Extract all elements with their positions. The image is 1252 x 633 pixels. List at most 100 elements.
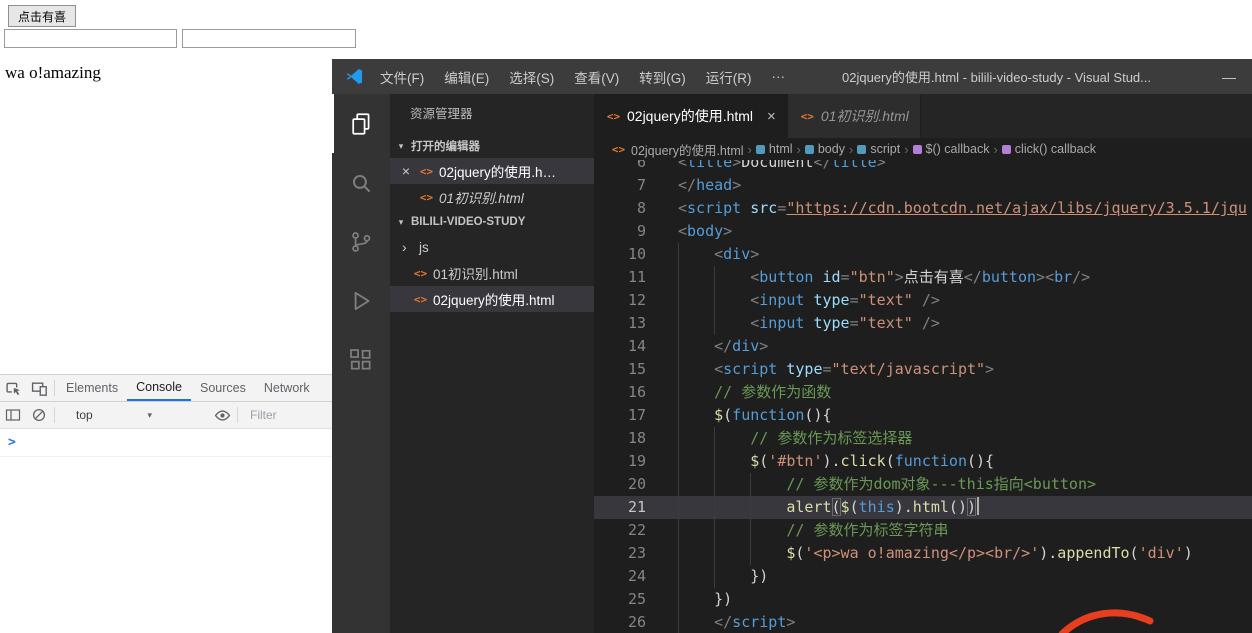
explorer-file[interactable]: <> 01初识别.html: [390, 260, 594, 286]
line-number[interactable]: 8: [594, 197, 646, 220]
code-line[interactable]: 6 <title>Document</title>: [594, 160, 1252, 174]
code-line[interactable]: 21 alert($(this).html()): [594, 496, 1252, 519]
code-line[interactable]: 12 <input type="text" />: [594, 289, 1252, 312]
line-number[interactable]: 22: [594, 519, 646, 542]
code-line[interactable]: 9 <body>: [594, 220, 1252, 243]
line-number[interactable]: 10: [594, 243, 646, 266]
code-text: // 参数作为标签字符串: [678, 519, 1252, 542]
workspace-section-header[interactable]: ▾ BILILI-VIDEO-STUDY: [390, 210, 594, 234]
line-number[interactable]: 21: [594, 496, 646, 519]
menu-item-0[interactable]: 文件(F): [370, 67, 434, 87]
console-prompt-row[interactable]: >: [0, 429, 332, 457]
breadcrumb-item[interactable]: html: [755, 142, 793, 156]
breadcrumb-separator: ›: [904, 141, 909, 157]
editor-tab[interactable]: <> 01初识别.html: [787, 94, 921, 138]
symbol-tag-icon: [857, 144, 867, 154]
line-number[interactable]: 17: [594, 404, 646, 427]
code-line[interactable]: 23 $('<p>wa o!amazing</p><br/>').appendTo…: [594, 542, 1252, 565]
source-control-activity-icon[interactable]: [332, 212, 390, 271]
open-editor-item[interactable]: <> 01初识别.html: [390, 184, 594, 210]
code-line[interactable]: 7 </head>: [594, 174, 1252, 197]
minimize-button[interactable]: —: [1206, 59, 1252, 94]
console-filter-input[interactable]: Filter: [250, 408, 277, 422]
devtools-tab-sources[interactable]: Sources: [191, 375, 255, 401]
code-line[interactable]: 16 // 参数作为函数: [594, 381, 1252, 404]
devtools-tab-console[interactable]: Console: [127, 375, 191, 401]
line-number[interactable]: 16: [594, 381, 646, 404]
line-number[interactable]: 25: [594, 588, 646, 611]
code-line[interactable]: 10 <div>: [594, 243, 1252, 266]
line-number[interactable]: 6: [594, 160, 646, 174]
run-debug-activity-icon[interactable]: [332, 271, 390, 330]
menu-item-2[interactable]: 选择(S): [499, 67, 564, 87]
code-line[interactable]: 19 $('#btn').click(function(){: [594, 450, 1252, 473]
live-expression-eye-icon[interactable]: [209, 407, 235, 424]
breadcrumb-item[interactable]: click() callback: [1001, 142, 1096, 156]
breadcrumb-separator: ›: [747, 141, 752, 157]
breadcrumb-item[interactable]: $() callback: [912, 142, 989, 156]
code-line[interactable]: 20 // 参数作为dom对象---this指向<button>: [594, 473, 1252, 496]
line-number[interactable]: 15: [594, 358, 646, 381]
extensions-activity-icon[interactable]: [332, 330, 390, 389]
code-line[interactable]: 22 // 参数作为标签字符串: [594, 519, 1252, 542]
explorer-activity-icon[interactable]: [332, 94, 390, 153]
menu-item-4[interactable]: 转到(G): [629, 67, 696, 87]
indent-guide: [678, 404, 715, 427]
code-line[interactable]: 11 <button id="btn">点击有喜</button><br/>: [594, 266, 1252, 289]
close-icon[interactable]: ×: [767, 108, 776, 125]
line-number[interactable]: 14: [594, 335, 646, 358]
breadcrumb-item[interactable]: body: [804, 142, 845, 156]
line-number[interactable]: 12: [594, 289, 646, 312]
indent-guide: [678, 312, 751, 335]
code-line[interactable]: 26 </script>: [594, 611, 1252, 633]
breadcrumb-item[interactable]: <> 02jquery的使用.html: [610, 140, 744, 159]
line-number[interactable]: 19: [594, 450, 646, 473]
code-line[interactable]: 14 </div>: [594, 335, 1252, 358]
code-line[interactable]: 8 <script src="https://cdn.bootcdn.net/aj…: [594, 197, 1252, 220]
code-line[interactable]: 13 <input type="text" />: [594, 312, 1252, 335]
code-area[interactable]: 6 <title>Document</title> 7 </head> 8 <script…: [594, 160, 1252, 633]
devtools-tab-elements[interactable]: Elements: [57, 375, 127, 401]
line-number[interactable]: 13: [594, 312, 646, 335]
line-number[interactable]: 11: [594, 266, 646, 289]
line-number[interactable]: 24: [594, 565, 646, 588]
line-number[interactable]: 26: [594, 611, 646, 633]
clear-console-icon[interactable]: [26, 407, 52, 423]
line-number[interactable]: 18: [594, 427, 646, 450]
html-file-icon: <>: [606, 109, 621, 123]
inspect-element-icon[interactable]: [0, 375, 26, 401]
explorer-file[interactable]: <> 02jquery的使用.html: [390, 286, 594, 312]
code-line[interactable]: 15 <script type="text/javascript">: [594, 358, 1252, 381]
output-text: wa o!amazing: [5, 63, 101, 82]
close-icon[interactable]: ×: [398, 163, 414, 179]
code-line[interactable]: 17 $(function(){: [594, 404, 1252, 427]
code-line[interactable]: 24}): [594, 565, 1252, 588]
menu-item-1[interactable]: 编辑(E): [434, 67, 499, 87]
devtools-tabbar: Elements Console Sources Network: [57, 375, 319, 401]
code-line[interactable]: 18 // 参数作为标签选择器: [594, 427, 1252, 450]
menu-item-5[interactable]: 运行(R): [696, 67, 762, 87]
menu-item-6[interactable]: ···: [762, 69, 796, 84]
frame-selector-dropdown[interactable]: top ▾: [71, 406, 157, 424]
menu-item-3[interactable]: 查看(V): [564, 67, 629, 87]
tab-label: 02jquery的使用.html: [627, 108, 754, 124]
open-editors-section-header[interactable]: ▾ 打开的编辑器: [390, 134, 594, 158]
code-text: </head>: [678, 176, 742, 194]
line-number[interactable]: 7: [594, 174, 646, 197]
console-output[interactable]: >: [0, 429, 332, 457]
devtools-tab-network[interactable]: Network: [255, 375, 319, 401]
search-activity-icon[interactable]: [332, 153, 390, 212]
demo-button[interactable]: 点击有喜: [8, 5, 77, 27]
line-number[interactable]: 20: [594, 473, 646, 496]
text-input-1[interactable]: [4, 29, 177, 48]
line-number[interactable]: 23: [594, 542, 646, 565]
breadcrumb-item[interactable]: script: [857, 142, 900, 156]
open-editor-item[interactable]: × <> 02jquery的使用.html: [390, 158, 594, 184]
text-input-2[interactable]: [182, 29, 356, 48]
explorer-file[interactable]: › js: [390, 234, 594, 260]
editor-tab[interactable]: <> 02jquery的使用.html ×: [594, 94, 788, 138]
console-sidebar-icon[interactable]: [0, 407, 26, 423]
line-number[interactable]: 9: [594, 220, 646, 243]
code-line[interactable]: 25}): [594, 588, 1252, 611]
device-toolbar-icon[interactable]: [26, 375, 52, 401]
